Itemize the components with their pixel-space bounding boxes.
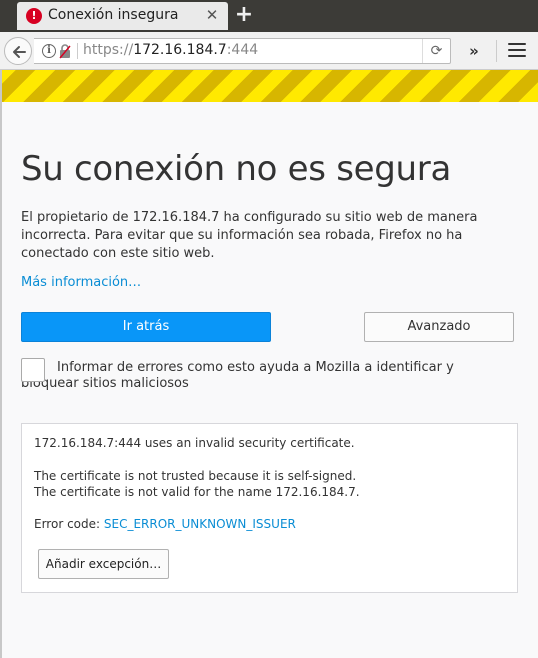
hamburger-menu-icon[interactable] (508, 43, 526, 59)
url-bar[interactable]: i https://172.16.184.7:444 ⟳ (34, 38, 451, 64)
error-icon: ! (26, 8, 42, 24)
tab-title: Conexión insegura (48, 7, 179, 23)
lock-icon[interactable] (59, 43, 71, 59)
advanced-details-panel: 172.16.184.7:444 uses an invalid securit… (21, 423, 518, 593)
error-description: El propietario de 172.16.184.7 ha config… (21, 210, 478, 261)
advanced-button[interactable]: Avanzado (364, 312, 514, 342)
url-separator (77, 43, 78, 59)
url-scheme: https:// (83, 42, 134, 58)
toolbar-separator (496, 40, 497, 62)
add-exception-button[interactable]: Añadir excepción… (38, 549, 169, 579)
details-line-name-mismatch: The certificate is not valid for the nam… (34, 485, 360, 499)
tab-active[interactable]: ! Conexión insegura ✕ (17, 2, 228, 30)
url-text[interactable]: https://172.16.184.7:444 (83, 42, 258, 58)
back-button[interactable] (4, 37, 32, 65)
back-arrow-icon (13, 46, 26, 58)
left-edge (0, 70, 2, 658)
url-port: :444 (226, 42, 259, 58)
page-title: Su conexión no es segura (21, 149, 452, 189)
navigation-bar: i https://172.16.184.7:444 ⟳ » (0, 32, 538, 70)
reload-icon[interactable]: ⟳ (422, 39, 450, 63)
report-checkbox[interactable] (21, 358, 45, 382)
info-icon[interactable]: i (42, 44, 56, 58)
report-checkbox-label: Informar de errores como esto ayuda a Mo… (21, 360, 454, 391)
overflow-icon[interactable]: » (463, 41, 485, 61)
warning-stripe (0, 70, 538, 102)
details-line-invalid-cert: 172.16.184.7:444 uses an invalid securit… (34, 436, 355, 450)
error-code-line: Error code: SEC_ERROR_UNKNOWN_ISSUER (34, 517, 296, 531)
error-code-link[interactable]: SEC_ERROR_UNKNOWN_ISSUER (104, 517, 296, 531)
more-info-link[interactable]: Más información… (21, 275, 141, 290)
tab-strip: ! Conexión insegura ✕ + (0, 0, 538, 32)
plus-icon[interactable]: + (232, 3, 256, 27)
error-code-label: Error code: (34, 517, 104, 531)
close-icon[interactable]: ✕ (203, 6, 221, 24)
details-line-self-signed: The certificate is not trusted because i… (34, 469, 357, 483)
go-back-button[interactable]: Ir atrás (21, 312, 271, 342)
url-host: 172.16.184.7 (133, 42, 227, 58)
